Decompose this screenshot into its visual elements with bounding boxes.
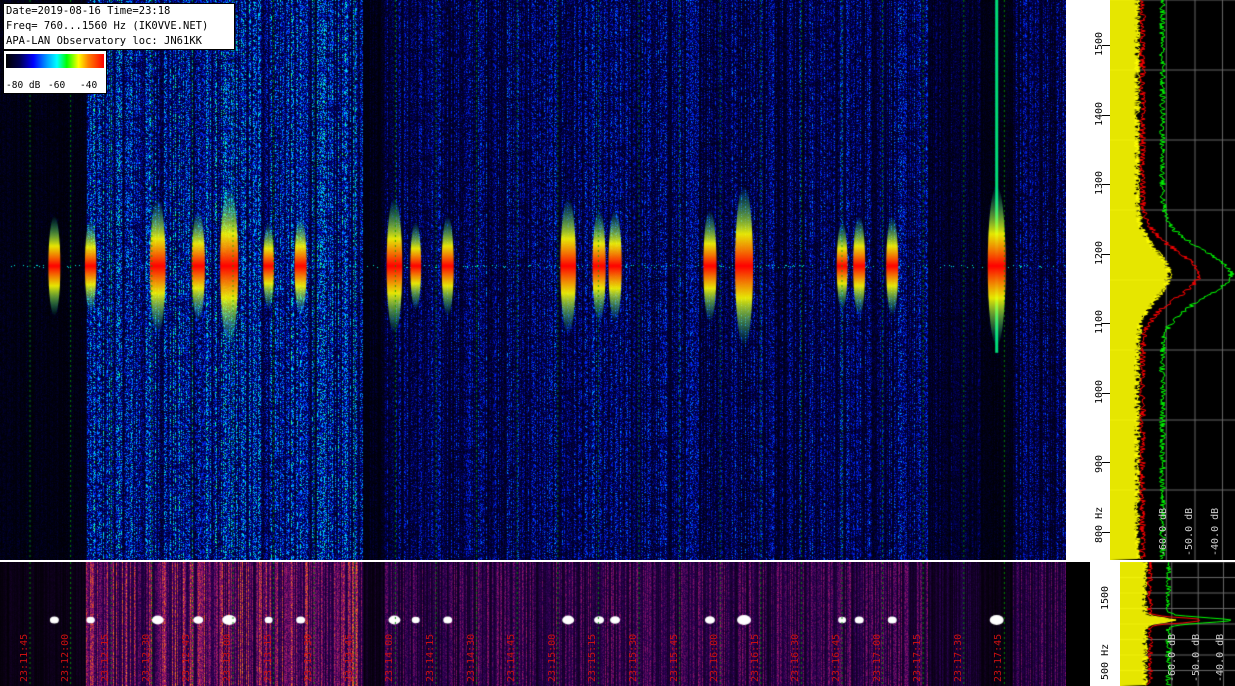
time-tick-label: 23:13:30 [303,633,315,682]
frequency-range-text: Freq= 760...1560 Hz (IK0VVE.NET) [6,20,209,32]
info-box: Date=2019-08-16 Time=23:18 Freq= 760...1… [3,3,235,50]
time-tick-label: 23:12:15 [100,633,112,682]
time-tick-label: 23:12:00 [59,633,71,682]
frequency-tick-label: 1500 [1094,31,1105,56]
db-tick-label-bottom: -50.0 dB [1191,633,1202,682]
waterfall-spectrogram [0,0,1066,560]
time-tick-label: 23:15:00 [546,633,558,682]
frequency-tick-label: 1100 [1094,309,1105,334]
frequency-axis [1066,0,1110,560]
color-legend: -80 dB -60 -40 [3,50,107,94]
frequency-tick-label: 900 [1094,454,1105,473]
time-tick-label: 23:16:30 [790,633,802,682]
date-time-text: Date=2019-08-16 Time=23:18 [6,5,171,17]
observatory-text: APA-LAN Observatory loc: JN61KK [6,35,202,47]
time-tick-label: 23:12:45 [181,633,193,682]
time-tick-label: 23:15:45 [668,633,680,682]
time-tick-label: 23:17:00 [871,633,883,682]
frequency-tick-label-bottom: 500 Hz [1100,643,1111,680]
legend-tick: -60 [48,80,66,91]
time-tick-label: 23:12:30 [140,633,152,682]
time-tick-label: 23:13:00 [222,633,233,682]
frequency-tick-label: 1300 [1094,170,1105,195]
time-tick-label: 23:15:15 [587,633,599,682]
frequency-tick-label: 800 Hz [1094,506,1105,543]
time-tick-label: 23:16:15 [749,633,761,682]
db-tick-label-bottom: -40.0 dB [1215,633,1226,682]
spectrum-profile [1110,0,1235,560]
db-tick-label-bottom: -60.0 dB [1167,633,1178,682]
time-tick-label: 23:17:30 [952,633,964,682]
time-tick-label: 23:13:15 [262,633,274,682]
time-tick-label: 23:11:45 [19,633,30,682]
time-tick-label: 23:17:45 [993,633,1005,682]
frequency-tick-label: 1200 [1094,240,1105,265]
compressed-waterfall [0,562,1066,686]
legend-tick: -80 dB [6,80,41,91]
time-tick-label: 23:13:45 [343,633,355,682]
time-tick-label: 23:16:00 [709,633,721,682]
time-tick-label: 23:15:30 [628,633,639,682]
legend-tick: -40 [80,80,98,91]
time-tick-label: 23:14:45 [506,633,518,682]
db-tick-label: -50.0 dB [1184,507,1195,556]
time-tick-label: 23:14:00 [384,633,396,682]
frequency-tick-label: 1000 [1094,379,1105,404]
time-tick-label: 23:17:15 [912,633,924,682]
time-tick-label: 23:14:15 [425,633,436,682]
frequency-tick-label-bottom: 1500 [1100,585,1111,610]
frequency-tick-label: 1400 [1094,101,1105,126]
db-tick-label: -40.0 dB [1210,507,1221,556]
panel-divider [0,560,1235,562]
time-tick-label: 23:14:30 [465,633,477,682]
time-tick-label: 23:16:45 [831,633,842,682]
color-scale-bar [6,54,104,68]
db-tick-label: -60.0 dB [1158,507,1169,556]
